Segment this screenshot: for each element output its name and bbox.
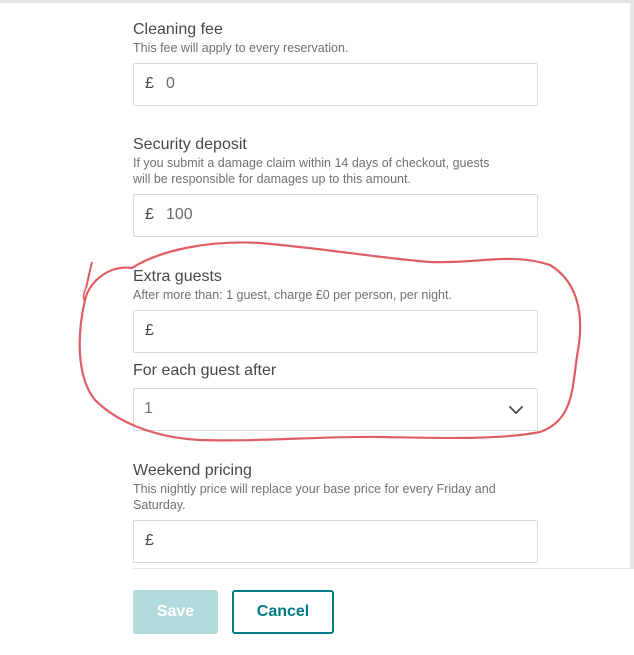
each-guest-after-section: For each guest after <box>133 361 538 380</box>
extra-guests-title: Extra guests <box>133 268 222 285</box>
each-guest-after-select[interactable]: 1 <box>133 388 538 431</box>
footer-divider <box>133 568 634 569</box>
cleaning-fee-value[interactable]: 0 <box>166 75 175 93</box>
weekend-pricing-description-line1: This nightly price will replace your bas… <box>133 482 496 496</box>
currency-symbol: £ <box>145 532 154 549</box>
pricing-settings-page: Cleaning fee This fee will apply to ever… <box>0 0 634 655</box>
currency-symbol: £ <box>145 322 154 339</box>
cleaning-fee-title: Cleaning fee <box>133 21 223 38</box>
cleaning-fee-input[interactable]: £ 0 <box>133 63 538 106</box>
weekend-pricing-description-line2: Saturday. <box>133 498 186 512</box>
scrollbar-track[interactable] <box>630 0 634 568</box>
security-deposit-value[interactable]: 100 <box>166 206 193 224</box>
weekend-pricing-section: Weekend pricing This nightly price will … <box>133 461 538 513</box>
currency-symbol: £ <box>145 75 154 92</box>
weekend-pricing-title: Weekend pricing <box>133 462 252 479</box>
save-button[interactable]: Save <box>133 590 218 634</box>
security-deposit-input[interactable]: £ 100 <box>133 194 538 237</box>
extra-guests-description: After more than: 1 guest, charge £0 per … <box>133 288 452 302</box>
cancel-button[interactable]: Cancel <box>232 590 334 634</box>
security-deposit-description: If you submit a damage claim within 14 d… <box>133 155 538 187</box>
cleaning-fee-description: This fee will apply to every reservation… <box>133 41 349 55</box>
chevron-down-icon[interactable] <box>508 402 524 418</box>
security-deposit-section: Security deposit If you submit a damage … <box>133 135 538 187</box>
each-guest-after-value[interactable]: 1 <box>144 400 153 418</box>
weekend-pricing-description: This nightly price will replace your bas… <box>133 481 538 513</box>
security-deposit-title: Security deposit <box>133 136 247 153</box>
each-guest-after-title: For each guest after <box>133 362 277 379</box>
top-border <box>0 0 634 3</box>
weekend-pricing-input[interactable]: £ <box>133 520 538 563</box>
security-deposit-description-line1: If you submit a damage claim within 14 d… <box>133 156 490 170</box>
cleaning-fee-section: Cleaning fee This fee will apply to ever… <box>133 20 538 56</box>
security-deposit-description-line2: will be responsible for damages up to th… <box>133 172 411 186</box>
currency-symbol: £ <box>145 206 154 223</box>
extra-guests-section: Extra guests After more than: 1 guest, c… <box>133 267 538 303</box>
extra-guests-input[interactable]: £ <box>133 310 538 353</box>
